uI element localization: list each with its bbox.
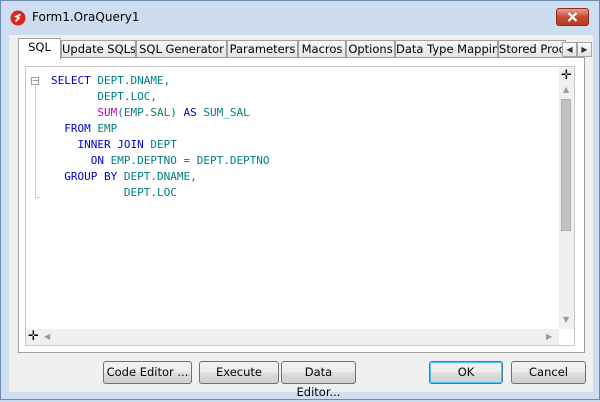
code-token: FROM	[51, 122, 98, 135]
code-token: DEPT.DNAME,	[123, 170, 197, 183]
code-token: GROUP BY	[51, 170, 124, 183]
dialog-client-area: SQL Update SQLs SQL Generator Parameters…	[9, 35, 593, 399]
code-token: SUM	[97, 106, 118, 119]
horizontal-scrollbar[interactable]: ✛ ◀ ▶	[26, 329, 559, 345]
fold-guide-line	[35, 86, 36, 198]
tab-scroll-left-button[interactable]: ◀	[562, 42, 577, 57]
code-token: (EMP.SAL)	[117, 106, 184, 119]
code-token: AS	[183, 106, 204, 119]
title-bar[interactable]: Form1.OraQuery1	[1, 1, 599, 35]
code-token: DEPT.LOC,	[51, 90, 157, 103]
sql-tab-panel: − SELECT DEPT.DNAME, DEPT.LOC, SUM(EMP.S…	[18, 57, 585, 353]
vertical-scrollbar[interactable]: ✛ ▲ ▼	[559, 67, 574, 329]
code-token: DEPT.DNAME,	[97, 74, 171, 87]
code-line: GROUP BY DEPT.DNAME,	[51, 169, 270, 185]
data-editor-button[interactable]: Data Editor...	[281, 361, 356, 399]
vertical-scroll-thumb[interactable]	[561, 99, 571, 231]
dialog-window: Form1.OraQuery1 SQL Update SQLs SQL Gene…	[0, 0, 600, 400]
tab-strip: SQL Update SQLs SQL Generator Parameters…	[18, 38, 592, 60]
tab-macros[interactable]: Macros	[298, 40, 346, 58]
code-line: FROM EMP	[51, 121, 270, 137]
code-line: INNER JOIN DEPT	[51, 137, 270, 153]
tab-sql[interactable]: SQL	[18, 38, 61, 60]
arrow-right-icon: ▶	[581, 45, 588, 54]
cancel-button[interactable]: Cancel	[511, 361, 586, 384]
code-token: SUM_SAL	[203, 106, 250, 119]
code-token: INNER JOIN	[51, 138, 151, 151]
split-horizontal-icon[interactable]: ✛	[28, 330, 39, 344]
tab-data-type-mapping[interactable]: Data Type Mapping	[395, 40, 498, 58]
code-token: DEPT.LOC	[51, 186, 177, 199]
code-token: SELECT	[51, 74, 98, 87]
code-editor-button[interactable]: Code Editor ...	[103, 361, 192, 384]
scroll-up-icon[interactable]: ▲	[563, 85, 569, 94]
tab-scroll-right-button[interactable]: ▶	[577, 42, 592, 57]
tab-sql-generator[interactable]: SQL Generator	[136, 40, 227, 58]
tab-stored-proc[interactable]: Stored Proc	[498, 40, 566, 58]
fold-collapse-icon[interactable]: −	[31, 77, 39, 85]
scroll-left-icon[interactable]: ◀	[44, 332, 50, 341]
code-line: SUM(EMP.SAL) AS SUM_SAL	[51, 105, 270, 121]
code-token: ON	[51, 154, 111, 167]
code-line: ON EMP.DEPTNO = DEPT.DEPTNO	[51, 153, 270, 169]
tab-options[interactable]: Options	[346, 40, 395, 58]
tab-parameters[interactable]: Parameters	[227, 40, 298, 58]
split-vertical-icon[interactable]: ✛	[561, 69, 572, 83]
code-line: DEPT.LOC,	[51, 89, 270, 105]
ok-button[interactable]: OK	[429, 361, 503, 384]
close-icon	[567, 12, 578, 22]
arrow-left-icon: ◀	[566, 45, 573, 54]
code-line: DEPT.LOC	[51, 185, 270, 201]
sql-code-text[interactable]: SELECT DEPT.DNAME, DEPT.LOC, SUM(EMP.SAL…	[51, 73, 270, 201]
app-logo-icon	[10, 10, 26, 26]
code-token: DEPT	[150, 138, 177, 151]
close-button[interactable]	[556, 8, 589, 26]
code-line: SELECT DEPT.DNAME,	[51, 73, 270, 89]
fold-guide-end	[35, 197, 40, 198]
scroll-down-icon[interactable]: ▼	[563, 315, 569, 324]
execute-button[interactable]: Execute	[199, 361, 279, 384]
code-token: EMP	[97, 122, 118, 135]
sql-editor[interactable]: − SELECT DEPT.DNAME, DEPT.LOC, SUM(EMP.S…	[25, 66, 575, 346]
code-token: EMP.DEPTNO = DEPT.DEPTNO	[110, 154, 270, 167]
window-title: Form1.OraQuery1	[32, 10, 140, 24]
scroll-right-icon[interactable]: ▶	[546, 332, 552, 341]
tab-update-sqls[interactable]: Update SQLs	[61, 40, 136, 58]
